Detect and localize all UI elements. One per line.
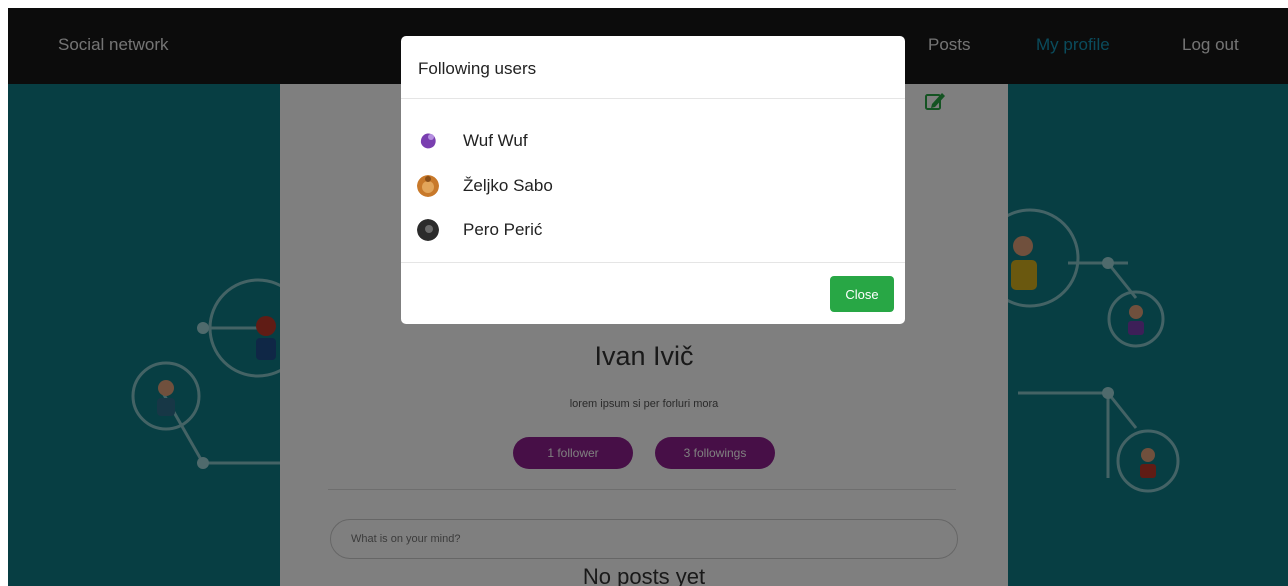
- close-button[interactable]: Close: [830, 276, 894, 312]
- following-user-name: Pero Perić: [463, 220, 543, 239]
- app-frame: Social network Posts My profile Log out …: [8, 8, 1288, 586]
- avatar: [417, 175, 439, 197]
- avatar: [417, 219, 439, 241]
- following-user-name: Željko Sabo: [463, 176, 553, 195]
- modal-title: Following users: [418, 59, 537, 78]
- avatar: [417, 130, 439, 152]
- following-user-name: Wuf Wuf: [463, 131, 528, 150]
- modal-header: Following users: [401, 36, 905, 99]
- following-users-modal: Following users Wuf Wuf Željko Sabo Pero…: [401, 36, 905, 324]
- modal-footer-divider: [401, 262, 905, 263]
